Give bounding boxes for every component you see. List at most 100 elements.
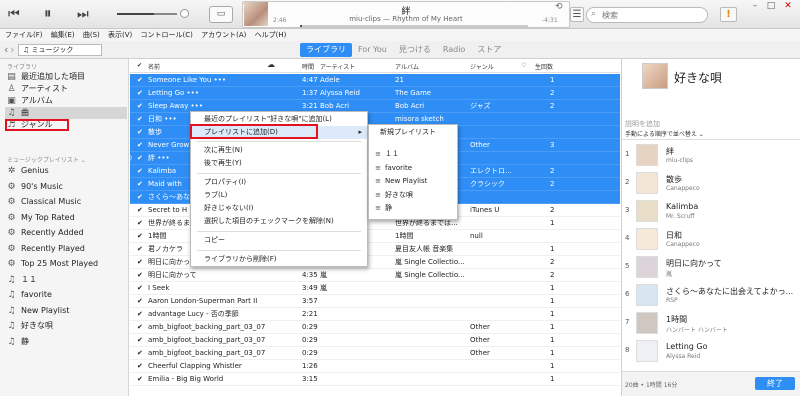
column-name[interactable]: 名前 <box>148 62 160 71</box>
menu-uncheck-selection[interactable]: 選択した項目のチェックマークを解除(N) <box>191 215 367 228</box>
table-row[interactable]: ✔ Someone Like You ••• 4:47 Adele 21 1 <box>130 74 620 87</box>
playlist-song[interactable]: 1 絆 miu-clips <box>622 143 800 170</box>
playlist-title[interactable]: 好きな唄 <box>674 69 722 86</box>
table-row[interactable]: ✔ amb_bigfoot_backing_part_03_07 0:29 Other… <box>130 334 620 347</box>
sidebar-item-playlist[interactable]: ⚙ Classical Music <box>5 196 127 208</box>
sidebar-item-library[interactable]: ♫ 曲 <box>5 107 127 119</box>
playlist-song[interactable]: 2 散歩 Canappeco <box>622 171 800 198</box>
column-check[interactable]: ✔ <box>137 62 142 69</box>
column-genre[interactable]: ジャンル <box>470 62 494 71</box>
playlist-song[interactable]: 3 Kalimba Mr. Scruff <box>622 199 800 226</box>
volume-knob[interactable] <box>180 9 189 18</box>
checkbox-icon[interactable]: ✔ <box>137 191 144 204</box>
checkbox-icon[interactable]: ✔ <box>137 321 144 334</box>
sidebar-item-playlist[interactable]: ♫ New Playlist <box>5 305 127 317</box>
table-row[interactable]: ✔ Cheerful Clapping Whistler 1:26 1 <box>130 360 620 373</box>
music-playlists-header[interactable]: ミュージックプレイリスト ⌄ <box>7 155 86 164</box>
submenu-playlist[interactable]: ≡ New Playlist <box>369 175 457 188</box>
column-love[interactable]: ♡ <box>521 62 526 69</box>
sidebar-item-playlist[interactable]: ⚙ My Top Rated <box>5 212 127 224</box>
sidebar-item-playlist[interactable]: ♫ 好きな唄 <box>5 320 127 332</box>
menu-play-next[interactable]: 次に再生(N) <box>191 144 367 157</box>
menu-delete-from-library[interactable]: ライブラリから削除(F) <box>191 253 367 266</box>
album-artwork[interactable] <box>244 2 268 26</box>
airplay-icon[interactable]: ▭ <box>209 6 233 23</box>
menu-help[interactable]: ヘルプ(H) <box>255 31 287 39</box>
table-row[interactable]: ✔ amb_bigfoot_backing_part_03_07 0:29 Other… <box>130 321 620 334</box>
checkbox-icon[interactable]: ✔ <box>137 360 144 373</box>
sidebar-item-playlist[interactable]: ♫ 静 <box>5 336 127 348</box>
checkbox-icon[interactable]: ✔ <box>137 269 144 282</box>
checkbox-icon[interactable]: ✔ <box>137 217 144 230</box>
submenu-playlist[interactable]: ≡ 好きな唄 <box>369 189 457 202</box>
checkbox-icon[interactable]: ✔ <box>137 295 144 308</box>
menu-edit[interactable]: 編集(E) <box>51 31 75 39</box>
checkbox-icon[interactable]: ✔ <box>137 113 144 126</box>
checkbox-icon[interactable]: ✔ <box>137 100 144 113</box>
checkbox-icon[interactable]: ✔ <box>137 282 144 295</box>
sidebar-item-library[interactable]: ▣ アルバム <box>5 95 127 107</box>
sidebar-item-playlist[interactable]: ♫ favorite <box>5 289 127 301</box>
column-artist[interactable]: アーティスト <box>320 62 355 71</box>
checkbox-icon[interactable]: ✔ <box>137 87 144 100</box>
checkbox-icon[interactable]: ✔ <box>137 74 144 87</box>
previous-icon[interactable]: ⏮ <box>8 8 20 21</box>
checkbox-icon[interactable]: ✔ <box>137 308 144 321</box>
sidebar-item-playlist[interactable]: ⚙ Top 25 Most Played <box>5 258 127 270</box>
playlist-description[interactable]: 説明を追加 <box>625 119 660 129</box>
playlist-song[interactable]: 6 さくら〜あなたに出会えてよかっ... RSP <box>622 283 800 310</box>
up-next-icon[interactable]: ☰ <box>570 7 584 22</box>
volume-slider[interactable] <box>117 13 177 15</box>
submenu-playlist[interactable]: ≡ １１ <box>369 148 457 161</box>
menu-copy[interactable]: コピー <box>191 234 367 247</box>
tab-store[interactable]: ストア <box>471 43 507 57</box>
checkbox-icon[interactable]: ✔ <box>137 230 144 243</box>
playlist-song[interactable]: 5 明日に向かって嵐 <box>622 255 800 282</box>
checkbox-icon[interactable]: ✔ <box>137 178 144 191</box>
checkbox-icon[interactable]: ✔ <box>137 243 144 256</box>
playlist-artwork[interactable] <box>642 63 668 89</box>
submenu-new-playlist[interactable]: 新規プレイリスト <box>369 126 457 139</box>
column-time[interactable]: 時間 <box>302 62 314 71</box>
tab-radio[interactable]: Radio <box>437 43 471 57</box>
table-row[interactable]: ✔ Emilia - Big Big World 3:15 1 <box>130 373 620 386</box>
sidebar-item-playlist[interactable]: ⚙ 90's Music <box>5 181 127 193</box>
sidebar-item-playlist[interactable]: ♫ １１ <box>5 274 127 286</box>
progress-bar[interactable] <box>300 25 528 27</box>
playlist-song[interactable]: 4 日和 Canappeco <box>622 227 800 254</box>
checkbox-icon[interactable]: ✔ <box>137 139 144 152</box>
menu-view[interactable]: 表示(V) <box>108 31 132 39</box>
tab-for-you[interactable]: For You <box>352 43 393 57</box>
pause-icon[interactable]: ⏸ <box>44 6 52 21</box>
sidebar-item-playlist[interactable]: ⚙ Recently Added <box>5 227 127 239</box>
sidebar-item-playlist[interactable]: ✲ Genius <box>5 165 127 177</box>
sidebar-item-library[interactable]: ▤ 最近追加した項目 <box>5 71 127 83</box>
checkbox-icon[interactable]: ✔ <box>137 347 144 360</box>
checkbox-icon[interactable]: ✔ <box>137 204 144 217</box>
cloud-icon[interactable]: ☁ <box>267 60 275 69</box>
menu-love[interactable]: ラブ(L) <box>191 189 367 202</box>
submenu-playlist[interactable]: ≡ favorite <box>369 162 457 175</box>
sidebar-item-library[interactable]: ♙ アーティスト <box>5 83 127 95</box>
maximize-button[interactable]: □ <box>764 0 778 12</box>
media-kind-selector[interactable]: ♫ ミュージック <box>18 44 102 56</box>
menu-controls[interactable]: コントロール(C) <box>141 31 193 39</box>
table-row[interactable]: ✔ amb_bigfoot_backing_part_03_07 0:29 Other… <box>130 347 620 360</box>
checkbox-icon[interactable]: ✔ <box>137 152 144 165</box>
playlist-song[interactable]: 8 Letting Go Alyssa Reid <box>622 339 800 366</box>
submenu-playlist[interactable]: ≡ 静 <box>369 202 457 215</box>
notification-icon[interactable]: ! <box>720 7 737 22</box>
table-row[interactable]: ✔ 明日に向かって 4:35 嵐 嵐 Single Collectio... 2 <box>130 269 620 282</box>
close-button[interactable]: ✕ <box>781 0 795 12</box>
table-row[interactable]: ✔ I Seek 3:49 嵐 1 <box>130 282 620 295</box>
next-icon[interactable]: ⏭ <box>77 8 89 21</box>
menu-account[interactable]: アカウント(A) <box>201 31 246 39</box>
menu-properties[interactable]: プロパティ(I) <box>191 176 367 189</box>
tab-browse[interactable]: 見つける <box>393 43 437 57</box>
sort-selector[interactable]: 手動による順序で並べ替え ⌄ <box>625 129 704 138</box>
menu-play-later[interactable]: 後で再生(Y) <box>191 157 367 170</box>
table-row[interactable]: ✔ advantage Lucy - 否の季節 2:21 1 <box>130 308 620 321</box>
checkbox-icon[interactable]: ✔ <box>137 373 144 386</box>
checkbox-icon[interactable]: ✔ <box>137 334 144 347</box>
column-plays[interactable]: 生回数 <box>535 62 553 71</box>
